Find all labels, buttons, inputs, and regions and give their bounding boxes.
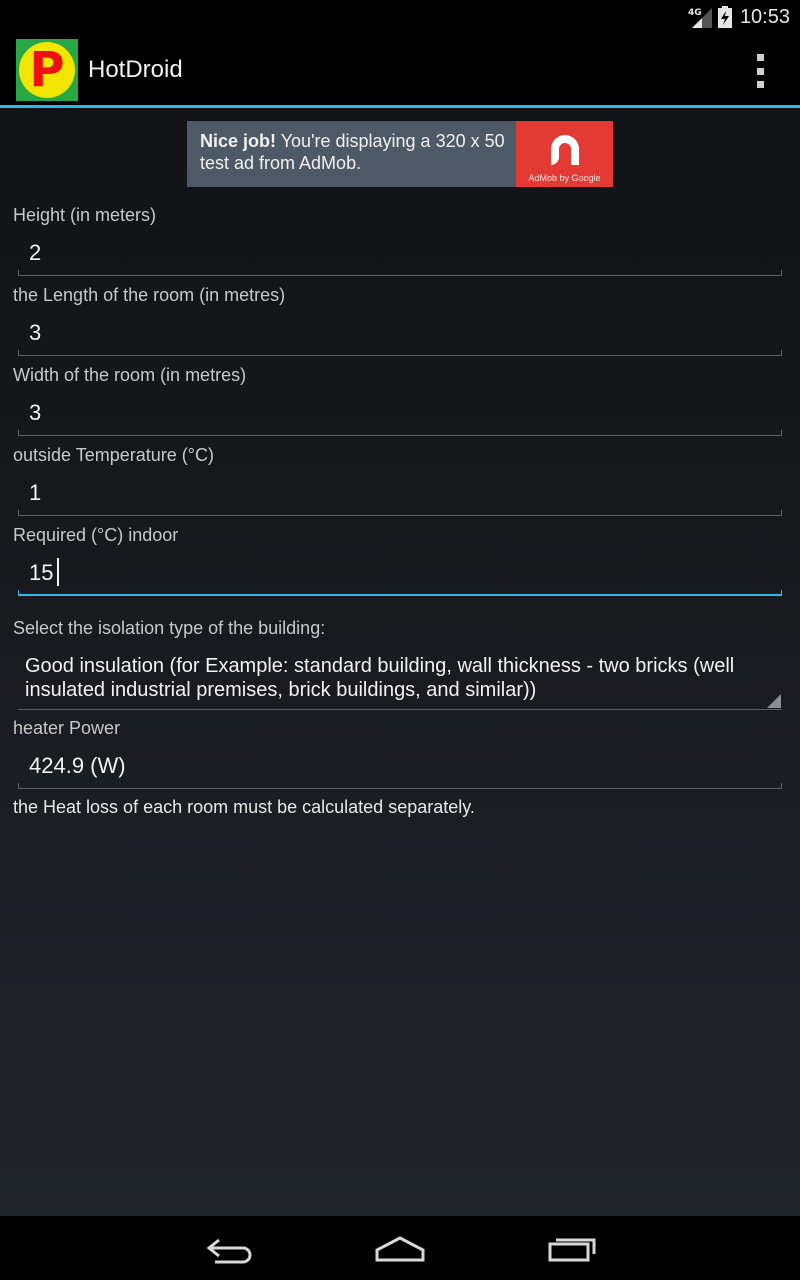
width-label: Width of the room (in metres): [13, 365, 247, 385]
status-time: 10:53: [739, 5, 790, 28]
heater-power-field: 424.9 (W): [18, 749, 782, 789]
width-input[interactable]: 3: [18, 396, 782, 436]
isolation-label: Select the isolation type of the buildin…: [13, 618, 326, 638]
isolation-type-dropdown[interactable]: Good insulation (for Example: standard b…: [18, 646, 782, 710]
battery-charging-icon: [717, 6, 732, 28]
height-input[interactable]: 2: [18, 236, 782, 276]
heat-loss-note: the Heat loss of each room must be calcu…: [13, 797, 475, 817]
height-value: 2: [29, 240, 42, 265]
app-title: HotDroid: [88, 55, 183, 83]
status-bar: 4G 10:53: [0, 0, 800, 34]
required-temperature-input[interactable]: 15: [18, 556, 782, 596]
app-logo-letter: P: [19, 41, 75, 98]
ad-text-bold: Nice job!: [200, 131, 277, 151]
home-icon[interactable]: [374, 1230, 426, 1266]
required-temperature-value: 15: [29, 560, 54, 585]
isolation-type-value: Good insulation (for Example: standard b…: [25, 655, 735, 701]
ad-byline: AdMob by Google: [528, 173, 601, 183]
back-icon[interactable]: [205, 1230, 255, 1266]
svg-text:4G: 4G: [688, 8, 702, 18]
required-temperature-label: Required (°C) indoor: [13, 525, 179, 545]
height-label: Height (in meters): [13, 205, 157, 225]
heater-power-value: 424.9 (W): [29, 753, 126, 778]
action-bar: P HotDroid: [0, 34, 800, 108]
ad-banner[interactable]: Nice job! You're displaying a 320 x 50 t…: [187, 121, 613, 187]
length-input[interactable]: 3: [18, 316, 782, 356]
admob-logo: AdMob by Google: [516, 121, 613, 187]
dropdown-arrow-icon: [767, 694, 781, 708]
text-cursor: [57, 558, 59, 586]
width-value: 3: [29, 400, 42, 425]
outside-temperature-value: 1: [29, 480, 42, 505]
navigation-bar: [0, 1216, 800, 1280]
outside-temperature-input[interactable]: 1: [18, 476, 782, 516]
ad-text: Nice job! You're displaying a 320 x 50 t…: [187, 121, 516, 187]
outside-temperature-label: outside Temperature (°C): [13, 445, 214, 465]
signal-icon: 4G: [688, 8, 712, 28]
heater-power-label: heater Power: [13, 718, 121, 738]
length-label: the Length of the room (in metres): [13, 285, 286, 305]
app-logo[interactable]: P: [16, 38, 78, 101]
length-value: 3: [29, 320, 42, 345]
admob-icon: [551, 135, 579, 165]
overflow-menu-icon[interactable]: [752, 54, 768, 88]
recent-apps-icon[interactable]: [547, 1230, 597, 1266]
